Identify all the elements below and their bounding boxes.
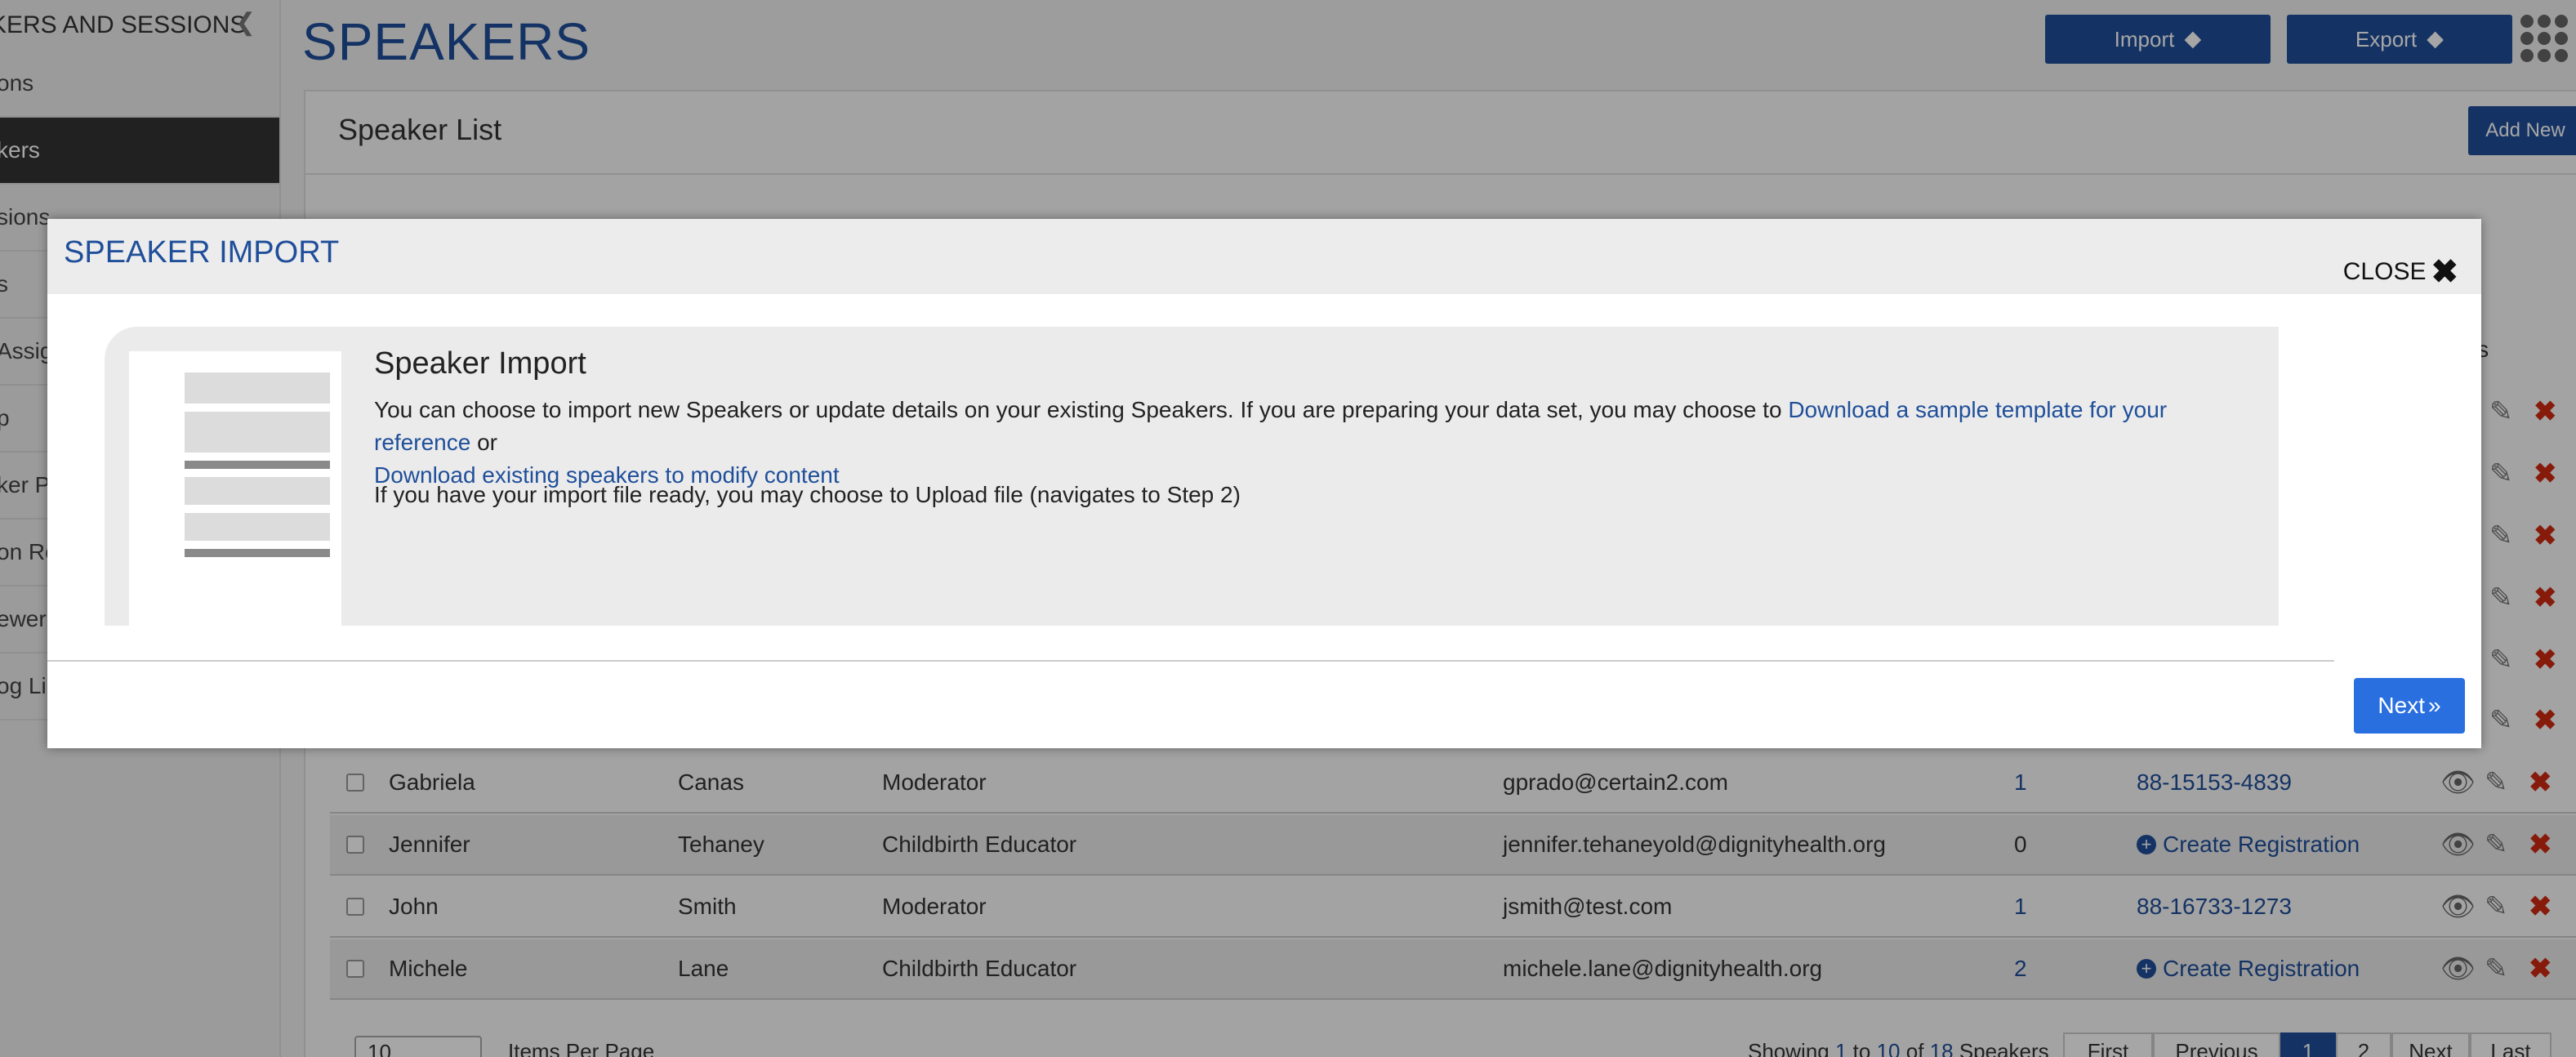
- close-icon: ✖: [2431, 254, 2458, 290]
- next-button[interactable]: Next »: [2354, 678, 2465, 734]
- upload-instruction-text: If you have your import file ready, you …: [374, 482, 1241, 507]
- speaker-import-modal: SPEAKER IMPORT CLOSE ✖ Speaker Import Yo…: [47, 219, 2481, 748]
- double-chevron-right-icon: »: [2428, 693, 2441, 718]
- import-description: You can choose to import new Speakers or…: [374, 394, 2253, 492]
- modal-header: SPEAKER IMPORT CLOSE ✖: [47, 219, 2481, 294]
- import-heading: Speaker Import: [374, 346, 586, 381]
- modal-title: SPEAKER IMPORT: [64, 235, 340, 270]
- import-description-text: You can choose to import new Speakers or…: [374, 397, 1782, 422]
- next-button-label: Next: [2378, 693, 2425, 718]
- modal-footer-divider: [47, 660, 2334, 662]
- import-description-or: or: [477, 430, 497, 455]
- close-button[interactable]: CLOSE ✖: [2343, 253, 2458, 291]
- import-info-card: Speaker Import You can choose to import …: [105, 327, 2279, 626]
- close-label: CLOSE: [2342, 258, 2427, 285]
- document-illustration: [129, 351, 341, 626]
